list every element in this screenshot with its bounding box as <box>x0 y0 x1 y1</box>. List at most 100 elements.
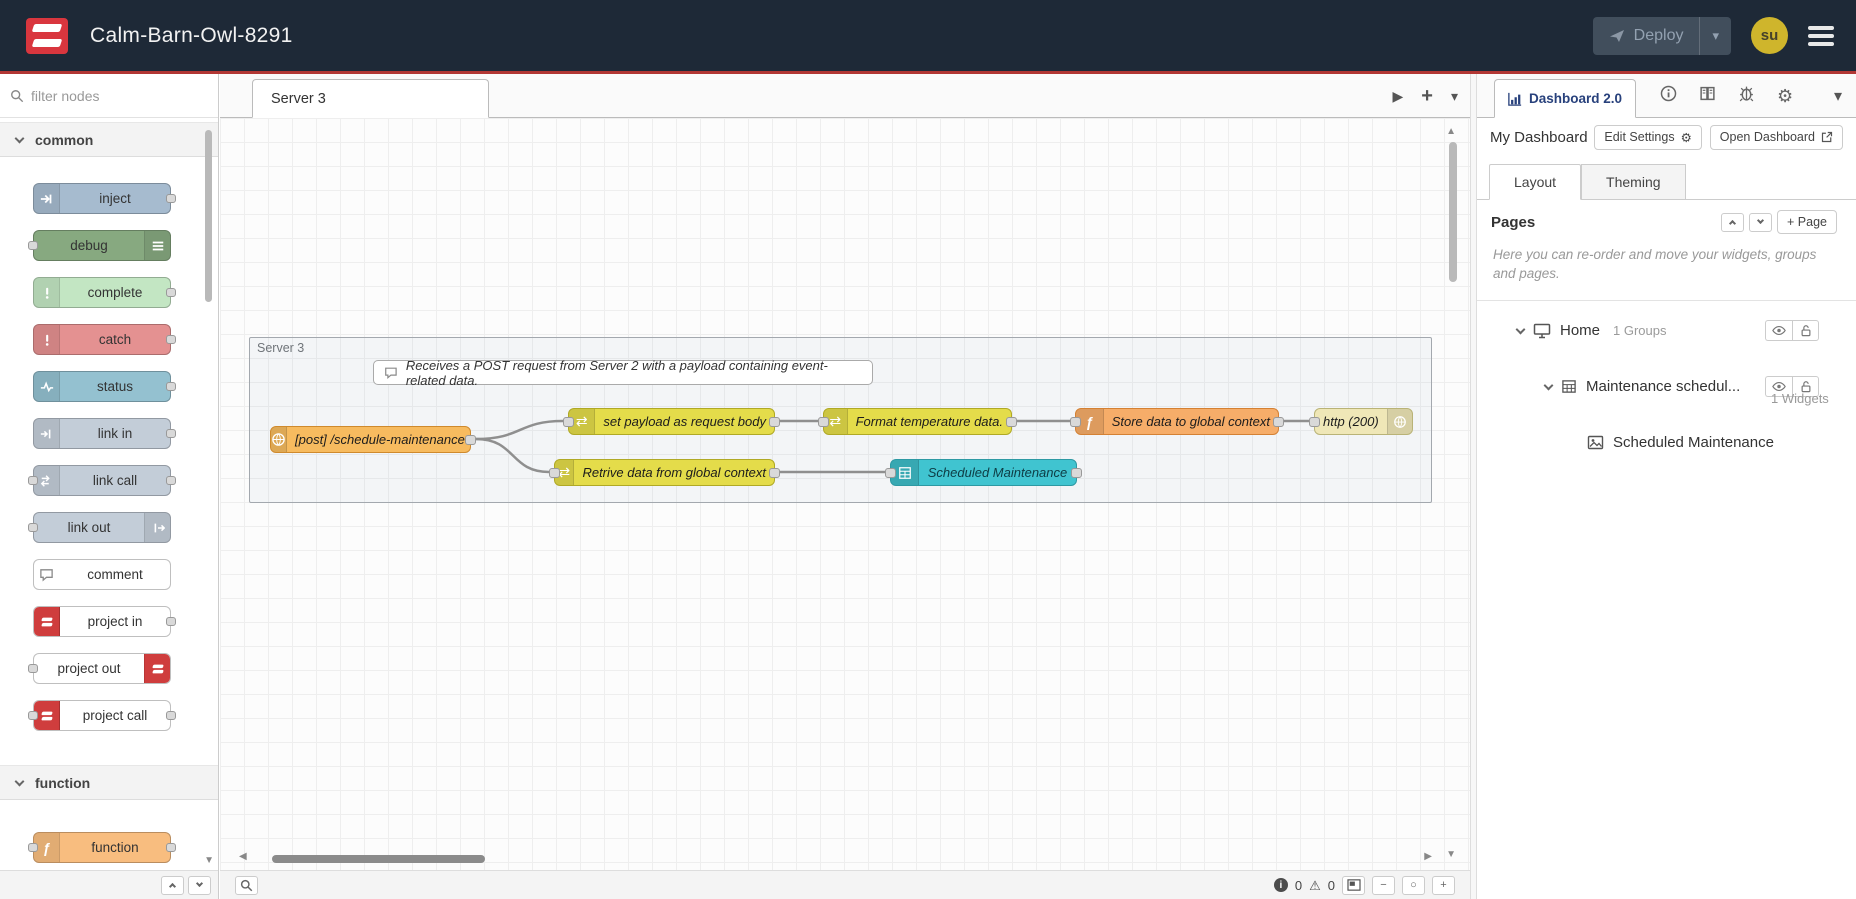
palette-node-inject[interactable]: inject <box>33 183 176 214</box>
sidebar-resize-handle[interactable] <box>1470 74 1477 899</box>
output-port[interactable] <box>1006 417 1017 427</box>
add-flow-button[interactable]: + <box>1421 85 1433 108</box>
palette-scrollbar-thumb[interactable] <box>205 130 212 302</box>
chevron-up-icon <box>168 882 177 891</box>
app-header: Calm-Barn-Owl-8291 Deploy ▾ su <box>0 0 1856 71</box>
output-port <box>166 711 176 720</box>
exclamation-icon <box>34 278 60 307</box>
output-port[interactable] <box>1273 417 1284 427</box>
output-port[interactable] <box>769 468 780 478</box>
flow-list-button[interactable]: ▶ <box>1393 88 1404 105</box>
palette-node-label: function <box>91 840 139 855</box>
visibility-toggle-button[interactable] <box>1765 320 1792 342</box>
input-port[interactable] <box>563 417 574 427</box>
canvas-scroll-left-icon[interactable]: ◀ <box>239 851 247 862</box>
palette-node-project-in[interactable]: project in <box>33 606 176 637</box>
canvas-vertical-scrollbar-thumb[interactable] <box>1449 142 1457 282</box>
canvas-scroll-right-icon[interactable]: ▶ <box>1424 851 1432 862</box>
chevron-down-icon <box>14 133 25 143</box>
input-port <box>28 241 38 250</box>
palette-node-comment[interactable]: comment <box>33 559 171 590</box>
tree-row-page-home[interactable]: Home 1 Groups <box>1477 315 1856 347</box>
widget-label: Scheduled Maintenance <box>1613 434 1774 452</box>
flow-tab-bar: Server 3 ▶ + ▾ <box>220 74 1470 118</box>
deploy-button[interactable]: Deploy ▾ <box>1592 16 1731 55</box>
palette-category-function[interactable]: function <box>0 765 218 800</box>
palette-node-status[interactable]: status <box>33 371 176 402</box>
link-out-icon <box>144 513 170 542</box>
canvas-scroll-down-icon[interactable]: ▼ <box>1446 849 1456 860</box>
dashboard-name: My Dashboard <box>1490 128 1588 146</box>
palette-node-debug[interactable]: debug <box>28 230 171 261</box>
output-port <box>166 429 176 438</box>
input-port[interactable] <box>1309 417 1320 427</box>
node-change-set-payload[interactable]: ⇄ set payload as request body <box>563 408 780 435</box>
tab-info[interactable] <box>1660 85 1677 107</box>
main-menu-button[interactable] <box>1808 25 1834 46</box>
sidebar-menu-caret[interactable]: ▾ <box>1834 74 1842 118</box>
navigator-toggle-button[interactable] <box>1342 875 1365 895</box>
user-avatar[interactable]: su <box>1751 17 1788 54</box>
flow-tab-server-3[interactable]: Server 3 <box>252 79 489 118</box>
canvas-horizontal-scrollbar-thumb[interactable] <box>272 855 485 863</box>
node-function-store-global[interactable]: ƒ Store data to global context <box>1070 408 1284 435</box>
palette-node-project-out[interactable]: project out <box>28 653 171 684</box>
edit-settings-button[interactable]: Edit Settings ⚙ <box>1594 124 1702 150</box>
tab-layout[interactable]: Layout <box>1489 164 1582 200</box>
output-port[interactable] <box>769 417 780 427</box>
tab-config[interactable]: ⚙ <box>1777 86 1793 107</box>
palette-node-catch[interactable]: catch <box>33 324 176 355</box>
expand-all-button[interactable] <box>1749 212 1773 232</box>
palette-collapse-all-button[interactable] <box>161 875 184 895</box>
open-dashboard-button[interactable]: Open Dashboard <box>1709 124 1843 150</box>
tab-theming[interactable]: Theming <box>1581 164 1686 199</box>
palette-node-link-in[interactable]: link in <box>33 418 176 449</box>
palette-node-link-out[interactable]: link out <box>28 512 171 543</box>
collapse-all-button[interactable] <box>1721 212 1745 232</box>
output-port[interactable] <box>465 435 476 445</box>
output-port[interactable] <box>1071 468 1082 478</box>
palette-node-link-call[interactable]: link call <box>28 465 176 496</box>
input-port[interactable] <box>885 468 896 478</box>
warning-icon: ⚠ <box>1309 877 1321 893</box>
tree-row-group-maintenance[interactable]: Maintenance schedul... 1 Widgets <box>1477 371 1856 406</box>
flow-menu-caret[interactable]: ▾ <box>1451 88 1458 105</box>
node-ui-table[interactable]: Scheduled Maintenance <box>885 459 1082 486</box>
input-port[interactable] <box>549 468 560 478</box>
input-port[interactable] <box>1070 417 1081 427</box>
flow-canvas[interactable]: Server 3 Receives a POST request from Se… <box>220 118 1470 870</box>
palette-node-function[interactable]: ƒ function <box>28 832 176 863</box>
palette-category-common[interactable]: common <box>0 122 218 157</box>
tab-help[interactable] <box>1699 85 1716 107</box>
palette-node-project-call[interactable]: project call <box>28 700 176 731</box>
canvas-search-button[interactable] <box>235 875 258 895</box>
zoom-in-button[interactable]: + <box>1432 875 1455 895</box>
palette-scroll-down-icon[interactable]: ▼ <box>204 855 214 866</box>
node-comment[interactable]: Receives a POST request from Server 2 wi… <box>373 358 873 388</box>
tab-debug[interactable] <box>1738 85 1755 107</box>
palette-filter-input[interactable] <box>31 87 181 104</box>
canvas-footer: i 0 ⚠ 0 − ○ + <box>220 870 1470 899</box>
lock-toggle-button[interactable] <box>1792 320 1819 342</box>
node-change-retrieve-global[interactable]: ⇄ Retrive data from global context <box>549 459 780 486</box>
node-http-in[interactable]: [post] /schedule-maintenance <box>270 426 476 453</box>
node-change-format-temperature[interactable]: ⇄ Format temperature data. <box>818 408 1017 435</box>
zoom-reset-button[interactable]: ○ <box>1402 875 1425 895</box>
input-port[interactable] <box>818 417 829 427</box>
deploy-options-caret[interactable]: ▾ <box>1699 16 1731 55</box>
tree-row-widget-scheduled-maintenance[interactable]: Scheduled Maintenance <box>1477 427 1856 459</box>
group-meta: 1 Widgets <box>1771 390 1829 406</box>
node-label: http (200) <box>1323 414 1379 429</box>
exclamation-icon <box>34 325 60 354</box>
palette-expand-all-button[interactable] <box>188 875 211 895</box>
output-port <box>166 335 176 344</box>
add-page-button[interactable]: + Page <box>1777 210 1837 234</box>
tab-dashboard-2[interactable]: Dashboard 2.0 <box>1494 79 1636 118</box>
node-label: Scheduled Maintenance <box>927 465 1068 480</box>
palette-node-complete[interactable]: complete <box>33 277 176 308</box>
zoom-out-button[interactable]: − <box>1372 875 1395 895</box>
pages-help-text: Here you can re-order and move your widg… <box>1493 247 1817 281</box>
node-http-response[interactable]: http (200) <box>1309 408 1413 435</box>
palette-node-label: catch <box>98 332 132 347</box>
canvas-scroll-up-icon[interactable]: ▲ <box>1446 126 1456 137</box>
